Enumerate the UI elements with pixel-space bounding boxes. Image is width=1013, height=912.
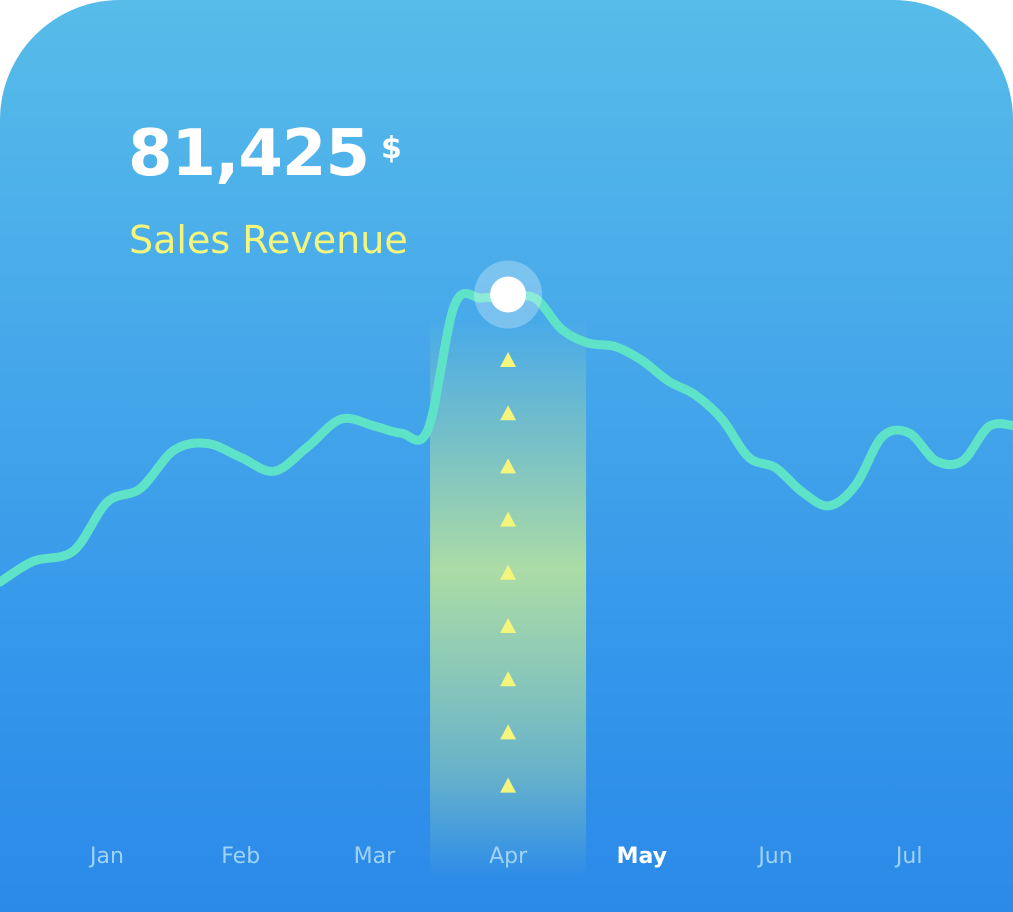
month-label-feb[interactable]: Feb <box>221 844 260 869</box>
month-label-mar[interactable]: Mar <box>354 844 396 869</box>
month-label-apr[interactable]: Apr <box>489 844 528 869</box>
month-label-jul[interactable]: Jul <box>894 844 923 869</box>
x-axis-month-labels: Jan Feb Mar Apr May Jun Jul <box>88 844 922 869</box>
revenue-line-chart: Jan Feb Mar Apr May Jun Jul <box>0 260 1013 878</box>
sales-revenue-card: 81,425 $ Sales Revenue Jan Feb Mar Apr May Ju… <box>0 0 1013 912</box>
month-label-may[interactable]: May <box>617 844 667 869</box>
highlight-band <box>430 318 587 878</box>
month-label-jun[interactable]: Jun <box>756 844 792 869</box>
month-label-jan[interactable]: Jan <box>88 844 124 869</box>
highlight-point[interactable] <box>490 276 527 313</box>
